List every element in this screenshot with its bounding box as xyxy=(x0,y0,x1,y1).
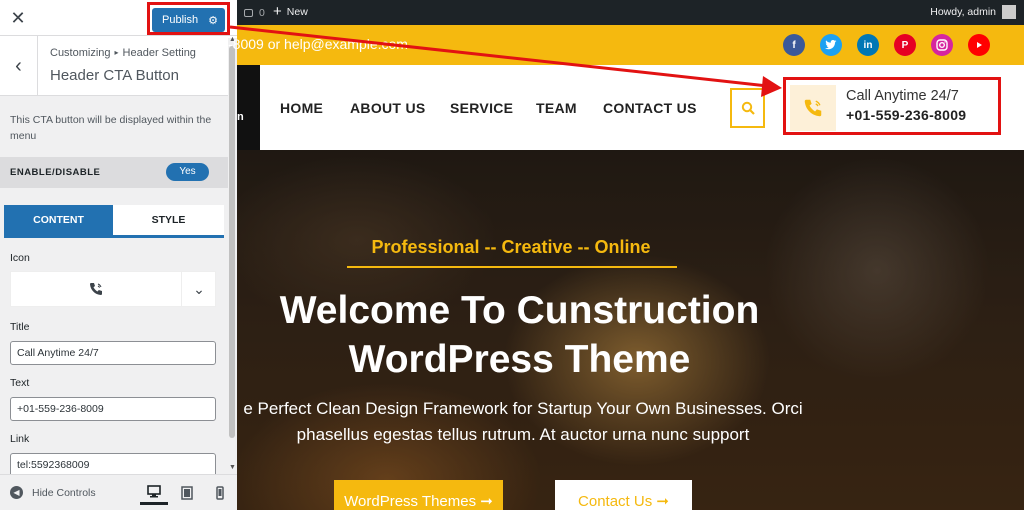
nav-home[interactable]: HOME xyxy=(280,100,323,116)
cta-description: This CTA button will be displayed within… xyxy=(10,114,212,142)
link-field-label: Link xyxy=(10,433,30,445)
tab-style[interactable]: STYLE xyxy=(113,205,224,235)
mobile-preview-icon[interactable] xyxy=(206,481,234,505)
customizer-footer: ◀ Hide Controls xyxy=(0,474,237,510)
phone-volume-icon[interactable] xyxy=(11,272,181,306)
enable-disable-row: ENABLE/DISABLE Yes xyxy=(0,157,228,188)
site-header: n HOME ABOUT US SERVICE TEAM CONTACT US … xyxy=(237,65,1024,150)
logo-mark: n xyxy=(237,111,244,123)
tab-content[interactable]: CONTENT xyxy=(4,205,113,235)
topbar-contact-text: -8009 or help@example.com xyxy=(228,36,408,52)
icon-field-label: Icon xyxy=(10,252,30,264)
cta-icon-box[interactable] xyxy=(790,85,836,131)
close-icon[interactable]: ✕ xyxy=(0,0,36,36)
back-arrow-icon[interactable]: ‹ xyxy=(0,36,38,96)
desktop-preview-icon[interactable] xyxy=(140,481,168,505)
nav-contact-us[interactable]: CONTACT US xyxy=(603,100,697,116)
text-input[interactable] xyxy=(10,397,216,421)
tablet-preview-icon[interactable] xyxy=(173,481,201,505)
customizer-header-bar: ✕ Publish ⚙ xyxy=(0,0,237,36)
section-title: Header CTA Button xyxy=(50,67,179,84)
publish-button[interactable]: Publish ⚙ xyxy=(152,8,225,32)
howdy-admin[interactable]: Howdy, admin xyxy=(930,6,996,18)
hero-divider xyxy=(347,266,677,268)
scroll-down-icon[interactable]: ▼ xyxy=(228,464,237,471)
facebook-icon[interactable]: f xyxy=(783,34,805,56)
nav-about-us[interactable]: ABOUT US xyxy=(350,100,426,116)
nav-team[interactable]: TEAM xyxy=(536,100,577,116)
avatar[interactable] xyxy=(1002,5,1016,19)
comments-count: 0 xyxy=(259,7,265,19)
comment-icon xyxy=(244,9,253,17)
hide-controls-label: Hide Controls xyxy=(32,486,96,499)
comments-link[interactable]: 0 xyxy=(244,7,265,19)
breadcrumb: Customizing ▸ Header Setting xyxy=(50,47,196,59)
pinterest-icon[interactable]: P xyxy=(894,34,916,56)
instagram-icon[interactable] xyxy=(931,34,953,56)
enable-toggle[interactable]: Yes xyxy=(166,163,209,181)
cta-phone[interactable]: +01-559-236-8009 xyxy=(846,107,966,123)
twitter-icon[interactable] xyxy=(820,34,842,56)
site-topbar: -8009 or help@example.com f in P xyxy=(228,25,1024,65)
hero-title-line2: WordPress Theme xyxy=(348,338,691,381)
hero-kicker: Professional -- Creative -- Online xyxy=(371,237,651,257)
site-logo[interactable]: n xyxy=(237,65,260,150)
header-cta-highlight: Call Anytime 24/7 +01-559-236-8009 xyxy=(783,77,1001,135)
hero-title: Welcome To Cunstruction WordPress Theme xyxy=(237,286,802,384)
contact-us-button[interactable]: Contact Us ➞ xyxy=(555,480,692,510)
icon-select[interactable]: ⌄ xyxy=(10,271,216,307)
chevron-down-icon[interactable]: ⌄ xyxy=(181,272,216,306)
sidebar-scrollbar[interactable]: ▲ ▼ xyxy=(228,36,237,474)
scrollbar-thumb[interactable] xyxy=(229,46,235,438)
enable-disable-label: ENABLE/DISABLE xyxy=(10,167,101,178)
hero-text: e Perfect Clean Design Framework for Sta… xyxy=(237,396,818,448)
hero-title-line1: Welcome To Cunstruction xyxy=(279,289,760,332)
hide-controls-button[interactable]: ◀ Hide Controls xyxy=(10,486,96,499)
wordpress-themes-button[interactable]: WordPress Themes ➞ xyxy=(334,480,503,510)
cta-title[interactable]: Call Anytime 24/7 xyxy=(846,88,959,104)
gear-icon[interactable]: ⚙ xyxy=(204,14,222,27)
customizer-sidebar: ✕ Publish ⚙ ‹ Customizing ▸ Header Setting… xyxy=(0,0,237,510)
new-label: New xyxy=(286,6,308,18)
hero-text-line2: phasellus egestas tellus rutrum. At auct… xyxy=(296,425,750,444)
new-content-link[interactable]: + New xyxy=(273,3,308,20)
breadcrumb-section: Header Setting xyxy=(122,47,196,59)
plus-icon: + xyxy=(273,3,282,20)
youtube-icon[interactable] xyxy=(968,34,990,56)
title-field-label: Title xyxy=(10,321,30,333)
search-icon xyxy=(741,101,755,115)
phone-volume-icon xyxy=(804,99,822,117)
content-style-tabs: CONTENT STYLE xyxy=(4,205,224,238)
search-button[interactable] xyxy=(730,88,765,128)
hero-section: Professional -- Creative -- Online Welco… xyxy=(237,150,1024,510)
publish-highlight-box: Publish ⚙ xyxy=(147,2,230,35)
breadcrumb-separator-icon: ▸ xyxy=(114,48,119,57)
title-input[interactable] xyxy=(10,341,216,365)
breadcrumb-root: Customizing xyxy=(50,47,111,59)
publish-label: Publish xyxy=(162,14,199,26)
hero-text-line1: e Perfect Clean Design Framework for Sta… xyxy=(243,399,803,418)
section-header: ‹ Customizing ▸ Header Setting Header CTA … xyxy=(0,36,237,96)
linkedin-icon[interactable]: in xyxy=(857,34,879,56)
text-field-label: Text xyxy=(10,377,30,389)
nav-service[interactable]: SERVICE xyxy=(450,100,513,116)
collapse-icon: ◀ xyxy=(10,486,23,499)
wp-admin-bar: 0 + New Howdy, admin xyxy=(237,0,1024,25)
